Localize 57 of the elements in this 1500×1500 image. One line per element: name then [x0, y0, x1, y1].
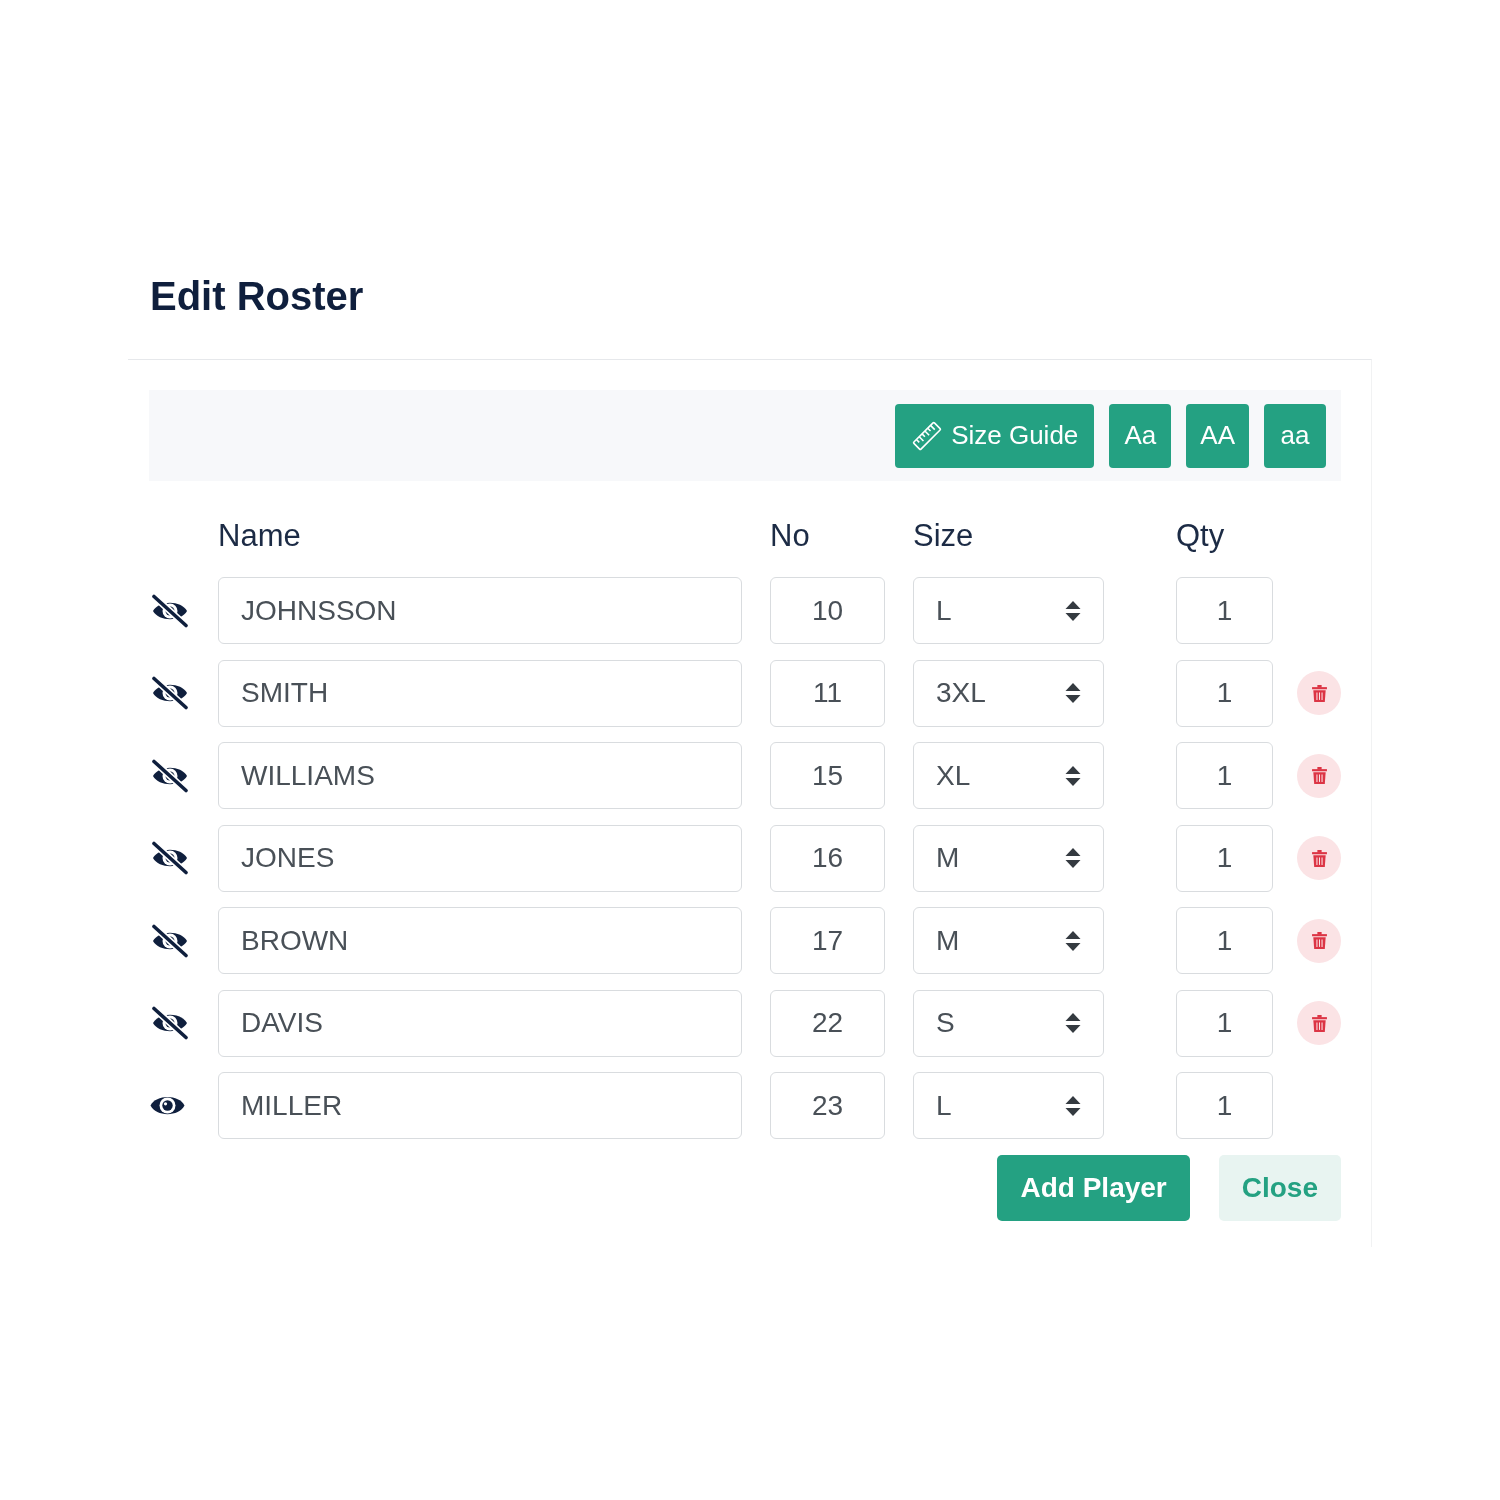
- eye-slash-icon[interactable]: [150, 841, 190, 875]
- number-input[interactable]: 22: [770, 989, 885, 1057]
- eye-slash-icon[interactable]: [150, 593, 190, 628]
- quantity-input[interactable]: 1: [1176, 659, 1273, 727]
- trash-icon: [1311, 1014, 1327, 1032]
- eye-slash-icon[interactable]: [150, 923, 190, 958]
- size-select[interactable]: XL: [913, 742, 1104, 809]
- trash-icon: [1311, 767, 1327, 784]
- delete-button[interactable]: [1297, 1001, 1341, 1045]
- delete-button[interactable]: [1297, 918, 1341, 963]
- number-input[interactable]: 11: [770, 659, 885, 727]
- eye-slash-icon[interactable]: [150, 1006, 190, 1040]
- caret-icon: [1065, 682, 1081, 704]
- trash-icon: [1311, 849, 1327, 867]
- column-header: No: [770, 518, 810, 553]
- size-select[interactable]: 3XL: [913, 659, 1104, 727]
- quantity-input[interactable]: 1: [1176, 1072, 1273, 1139]
- name-input[interactable]: DAVIS: [218, 989, 742, 1057]
- eye-slash-icon[interactable]: [150, 676, 190, 710]
- number-input[interactable]: 16: [770, 824, 885, 892]
- quantity-input[interactable]: 1: [1176, 742, 1273, 809]
- number-input[interactable]: 23: [770, 1072, 885, 1139]
- quantity-input[interactable]: 1: [1176, 989, 1273, 1057]
- trash-icon: [1311, 932, 1327, 949]
- number-input[interactable]: 15: [770, 742, 885, 809]
- caret-icon: [1065, 599, 1081, 622]
- number-input[interactable]: 17: [770, 907, 885, 974]
- caret-icon: [1065, 764, 1081, 787]
- dialog-title: Edit Roster: [150, 273, 364, 320]
- size-select[interactable]: M: [913, 824, 1104, 892]
- quantity-input[interactable]: 1: [1176, 577, 1273, 644]
- column-header: Name: [218, 518, 301, 553]
- name-input[interactable]: MILLER: [218, 1072, 742, 1139]
- quantity-input[interactable]: 1: [1176, 824, 1273, 892]
- name-input[interactable]: WILLIAMS: [218, 742, 742, 809]
- caret-icon: [1065, 929, 1081, 952]
- size-select[interactable]: L: [913, 1072, 1104, 1139]
- size-select[interactable]: L: [913, 577, 1104, 644]
- number-input[interactable]: 10: [770, 577, 885, 644]
- name-input[interactable]: JOHNSSON: [218, 577, 742, 644]
- delete-button[interactable]: [1297, 671, 1341, 715]
- ruler-icon: [911, 419, 944, 452]
- eye-slash-icon[interactable]: [150, 758, 190, 793]
- name-input[interactable]: BROWN: [218, 907, 742, 974]
- name-input[interactable]: JONES: [218, 824, 742, 892]
- column-header: Size: [913, 518, 974, 553]
- size-select[interactable]: S: [913, 989, 1104, 1057]
- trash-icon: [1311, 684, 1327, 702]
- quantity-input[interactable]: 1: [1176, 907, 1273, 974]
- column-header: Qty: [1176, 518, 1225, 553]
- caret-icon: [1065, 1012, 1081, 1034]
- caret-icon: [1065, 847, 1081, 869]
- delete-button[interactable]: [1297, 753, 1341, 798]
- size-select[interactable]: M: [913, 907, 1104, 974]
- name-input[interactable]: SMITH: [218, 659, 742, 727]
- delete-button[interactable]: [1297, 836, 1341, 880]
- caret-icon: [1065, 1094, 1081, 1117]
